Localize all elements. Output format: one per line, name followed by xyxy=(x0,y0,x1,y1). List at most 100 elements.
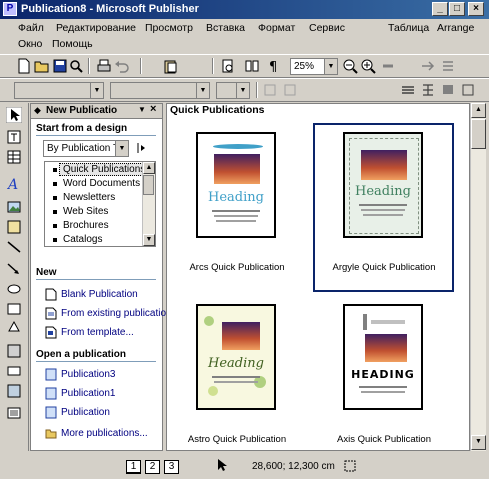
more-buttons-icon[interactable] xyxy=(380,58,396,74)
list-item[interactable]: Word Documents xyxy=(63,178,140,189)
menu-edit[interactable]: Редактирование xyxy=(56,22,136,34)
new-icon[interactable] xyxy=(16,58,32,74)
menu-help[interactable]: Помощь xyxy=(52,38,93,50)
recent-publication-link[interactable]: Publication1 xyxy=(61,388,115,399)
arcs-caption: Arcs Quick Publication xyxy=(189,262,285,273)
from-existing-publication-link[interactable]: From existing publicatio xyxy=(61,308,166,319)
italic-icon[interactable] xyxy=(282,82,298,98)
list-item[interactable]: Quick Publications xyxy=(63,164,145,175)
astro-thumbnail[interactable]: Heading xyxy=(196,304,276,410)
design-gallery-icon[interactable] xyxy=(6,405,22,421)
recent-publication-link[interactable]: Publication xyxy=(61,407,110,418)
chevron-down-icon[interactable]: ▼ xyxy=(324,59,337,74)
list-item[interactable]: Web Sites xyxy=(63,206,108,217)
publication-gallery: Quick Publications Heading Arcs Quick Pu… xyxy=(166,103,470,451)
text-box-icon[interactable] xyxy=(6,129,22,145)
arcs-thumbnail[interactable]: Heading xyxy=(196,132,276,238)
publisher-app-icon[interactable]: P xyxy=(3,2,17,16)
axis-thumbnail[interactable]: HEADING xyxy=(343,304,423,410)
task-pane: ◆ New Publicatio ▼ × Start from a design… xyxy=(30,103,166,451)
list-item[interactable]: Catalogs xyxy=(63,234,102,245)
publication-file-icon xyxy=(45,387,57,400)
bold-icon[interactable] xyxy=(262,82,278,98)
svg-text:¶: ¶ xyxy=(269,60,277,74)
search-icon[interactable] xyxy=(68,58,84,74)
style-combo[interactable]: ▼ xyxy=(14,82,104,99)
scroll-thumb[interactable] xyxy=(471,119,486,149)
print-icon[interactable] xyxy=(96,58,112,74)
arrow-right-icon[interactable] xyxy=(420,58,436,74)
font-combo[interactable]: ▼ xyxy=(110,82,210,99)
line-color-icon[interactable] xyxy=(460,82,476,98)
menu-view[interactable]: Просмотр xyxy=(145,22,193,34)
table-icon[interactable] xyxy=(6,149,22,165)
arrow-icon[interactable] xyxy=(6,261,22,277)
list-scrollbar[interactable]: ▲ ▼ xyxy=(142,162,155,246)
page-1-button[interactable]: 1 xyxy=(126,460,141,474)
chevron-down-icon[interactable]: ▼ xyxy=(115,141,128,156)
blank-publication-link[interactable]: Blank Publication xyxy=(61,289,138,300)
menu-format[interactable]: Формат xyxy=(258,22,295,34)
list-item[interactable]: Newsletters xyxy=(63,192,115,203)
list-item[interactable]: Brochures xyxy=(63,220,109,231)
open-icon[interactable] xyxy=(34,58,50,74)
minimize-button[interactable]: _ xyxy=(432,2,448,16)
maximize-button[interactable]: □ xyxy=(449,2,465,16)
task-pane-menu-icon[interactable]: ▼ xyxy=(138,105,146,114)
oval-icon[interactable] xyxy=(6,281,22,297)
status-bar: 1 2 3 28,600; 12,300 cm xyxy=(0,453,489,479)
by-publication-type-select[interactable]: By Publication Ty ▼ xyxy=(43,140,129,157)
zoom-in-icon[interactable] xyxy=(360,58,376,74)
more-publications-link[interactable]: More publications... xyxy=(61,428,148,439)
page-2-button[interactable]: 2 xyxy=(145,460,160,474)
autoshapes-icon[interactable] xyxy=(6,319,22,335)
align-icon[interactable] xyxy=(400,82,416,98)
task-pane-close-icon[interactable]: × xyxy=(150,103,156,115)
from-template-link[interactable]: From template... xyxy=(61,327,134,338)
design-category-list[interactable]: Quick Publications Word Documents Newsle… xyxy=(44,161,156,247)
scroll-up-icon[interactable]: ▲ xyxy=(471,103,486,118)
zoom-out-icon[interactable] xyxy=(342,58,358,74)
html-fragment-icon[interactable] xyxy=(6,383,22,399)
picture-icon[interactable] xyxy=(6,199,22,215)
folder-icon xyxy=(45,429,57,439)
rectangle-icon[interactable] xyxy=(6,301,22,317)
undo-icon[interactable] xyxy=(114,58,130,74)
clip-art-icon[interactable] xyxy=(6,219,22,235)
menu-file[interactable]: Файл xyxy=(18,22,44,34)
close-button[interactable]: × xyxy=(468,2,484,16)
cursor-coordinates: 28,600; 12,300 cm xyxy=(252,461,335,472)
menu-tools[interactable]: Сервис xyxy=(309,22,345,34)
page-3-button[interactable]: 3 xyxy=(164,460,179,474)
by-publication-type-value: By Publication Ty xyxy=(47,143,124,154)
position-cursor-icon xyxy=(218,459,227,471)
font-size-combo[interactable]: ▼ xyxy=(216,82,250,99)
menu-window[interactable]: Окно xyxy=(18,38,42,50)
zoom-combo[interactable]: 25% ▼ xyxy=(290,58,338,75)
pointer-icon[interactable] xyxy=(6,107,22,123)
argyle-thumbnail[interactable]: Heading xyxy=(343,132,423,238)
recent-publication-link[interactable]: Publication3 xyxy=(61,369,115,380)
form-control-icon[interactable] xyxy=(6,363,22,379)
pilcrow-icon[interactable]: ¶ xyxy=(266,58,282,74)
thumb-heading: Heading xyxy=(208,190,264,205)
print-preview-icon[interactable] xyxy=(220,58,236,74)
line-spacing-icon[interactable] xyxy=(420,82,436,98)
menu-insert[interactable]: Вставка xyxy=(206,22,245,34)
wordart-icon[interactable]: A xyxy=(6,175,22,191)
save-icon[interactable] xyxy=(52,58,68,74)
blank-publication-icon xyxy=(45,288,57,301)
task-pane-header: ◆ New Publicatio ▼ × xyxy=(31,103,162,119)
line-icon[interactable] xyxy=(6,239,22,255)
vertical-scrollbar[interactable]: ▲ ▼ xyxy=(470,103,486,451)
menu-table[interactable]: Таблица xyxy=(388,22,429,34)
menu-arrange[interactable]: Arrange xyxy=(437,22,474,34)
columns-icon[interactable] xyxy=(244,58,260,74)
list-icon[interactable] xyxy=(440,58,456,74)
back-arrow-icon[interactable]: ◆ xyxy=(34,105,41,116)
design-options-icon[interactable] xyxy=(135,141,149,155)
hotspot-icon[interactable] xyxy=(6,343,22,359)
scroll-down-icon[interactable]: ▼ xyxy=(471,435,486,450)
fill-color-icon[interactable] xyxy=(440,82,456,98)
paste-icon[interactable] xyxy=(162,58,178,74)
